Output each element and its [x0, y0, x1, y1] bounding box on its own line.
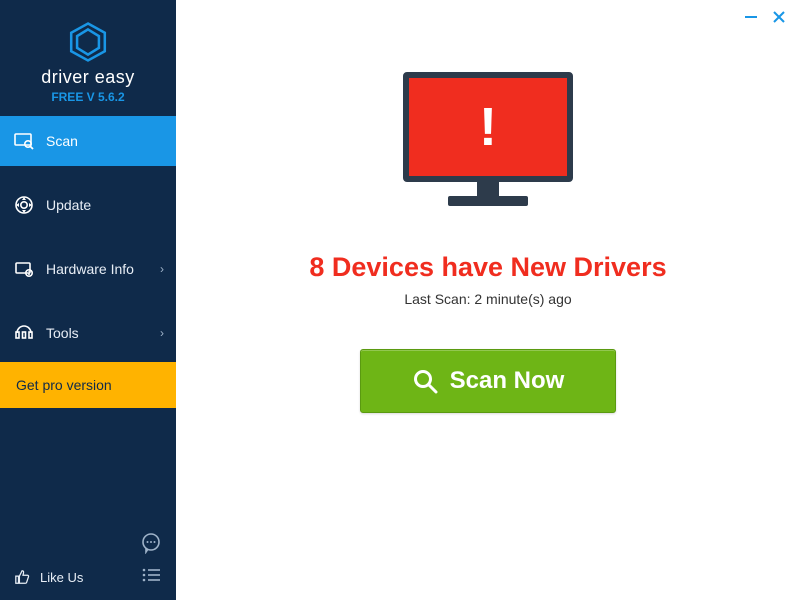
- sidebar-item-label: Tools: [46, 325, 79, 341]
- logo-area: driver easy FREE V 5.6.2: [0, 0, 176, 116]
- sidebar-item-update[interactable]: Update: [0, 180, 176, 230]
- sidebar-item-hardware-info[interactable]: Hardware Info ›: [0, 244, 176, 294]
- sidebar: driver easy FREE V 5.6.2 Scan Update Har…: [0, 0, 176, 600]
- scan-result-headline: 8 Devices have New Drivers: [309, 252, 666, 283]
- monitor-screen: !: [403, 72, 573, 182]
- chevron-right-icon: ›: [160, 326, 164, 340]
- sidebar-nav: Scan Update Hardware Info › Tools ›: [0, 116, 176, 372]
- alert-exclamation-icon: !: [479, 96, 497, 158]
- update-icon: [14, 195, 34, 215]
- monitor-stand-neck: [477, 182, 499, 196]
- feedback-icon[interactable]: [140, 532, 162, 554]
- like-us-label: Like Us: [40, 570, 83, 585]
- minimize-button[interactable]: [744, 10, 758, 24]
- scan-now-label: Scan Now: [450, 367, 565, 395]
- hardware-info-icon: [14, 259, 34, 279]
- menu-list-icon[interactable]: [140, 564, 162, 586]
- chevron-right-icon: ›: [160, 262, 164, 276]
- sidebar-item-label: Scan: [46, 133, 78, 149]
- app-name: driver easy: [41, 67, 135, 88]
- sidebar-item-tools[interactable]: Tools ›: [0, 308, 176, 358]
- tools-icon: [14, 323, 34, 343]
- alert-monitor-graphic: !: [403, 72, 573, 222]
- monitor-stand-base: [448, 196, 528, 206]
- sidebar-corner-icons: [140, 532, 162, 586]
- main-area: ! 8 Devices have New Drivers Last Scan: …: [176, 0, 800, 600]
- sidebar-item-label: Hardware Info: [46, 261, 134, 277]
- search-icon: [412, 368, 438, 394]
- window-controls: [744, 10, 786, 24]
- app-logo-icon: [67, 21, 109, 63]
- app-version: FREE V 5.6.2: [51, 90, 124, 104]
- last-scan-text: Last Scan: 2 minute(s) ago: [404, 291, 571, 307]
- close-button[interactable]: [772, 10, 786, 24]
- thumbs-up-icon: [14, 568, 32, 586]
- like-us-button[interactable]: Like Us: [14, 568, 83, 586]
- scan-now-button[interactable]: Scan Now: [360, 349, 616, 413]
- get-pro-button[interactable]: Get pro version: [0, 362, 176, 408]
- sidebar-item-scan[interactable]: Scan: [0, 116, 176, 166]
- sidebar-bottom: Like Us: [0, 522, 176, 600]
- scan-icon: [14, 131, 34, 151]
- sidebar-item-label: Update: [46, 197, 91, 213]
- get-pro-label: Get pro version: [16, 377, 112, 393]
